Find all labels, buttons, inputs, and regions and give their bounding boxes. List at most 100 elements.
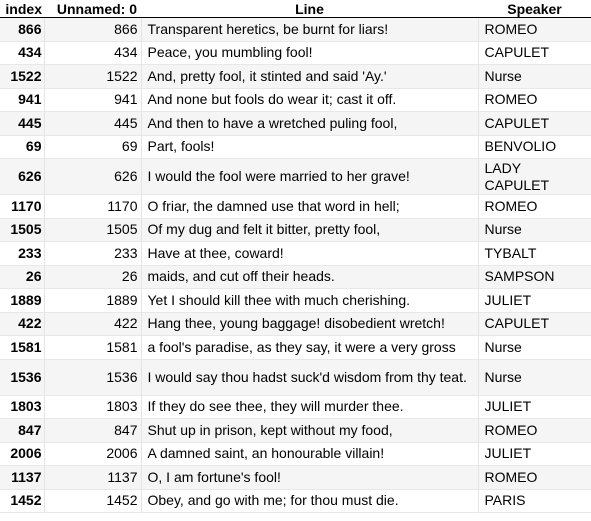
speaker-cell: ROMEO <box>477 194 591 218</box>
table-row: 445 445 And then to have a wretched puli… <box>0 111 591 135</box>
unnamed-cell: 1803 <box>43 395 141 419</box>
row-index-cell: 1452 <box>10 492 42 509</box>
row-index-cell: 2006 <box>10 445 42 462</box>
unnamed-cell: 69 <box>43 135 141 159</box>
unnamed-cell: 434 <box>43 41 141 65</box>
row-index-cell: 866 <box>18 20 42 37</box>
row-index-cell: 69 <box>25 138 42 155</box>
line-cell: Hang thee, young baggage! disobedient wr… <box>140 312 478 336</box>
unnamed-cell: 1889 <box>43 288 141 312</box>
speaker-cell: TYBALT <box>477 241 591 265</box>
speaker-cell: ROMEO <box>477 17 591 41</box>
unnamed-cell: 1581 <box>43 335 141 359</box>
line-cell: Peace, you mumbling fool! <box>140 41 478 65</box>
line-cell: a fool's paradise, as they say, it were … <box>140 335 478 359</box>
table-row: 1522 1522 And, pretty fool, it stinted a… <box>0 64 591 88</box>
line-cell: Shut up in prison, kept without my food, <box>140 418 478 442</box>
row-index-cell: 434 <box>18 44 42 61</box>
column-header-unnamed: Unnamed: 0 <box>44 0 141 18</box>
speaker-cell: CAPULET <box>477 111 591 135</box>
line-cell: O friar, the damned use that word in hel… <box>140 194 478 218</box>
row-index-cell: 26 <box>25 268 42 285</box>
unnamed-cell: 941 <box>43 88 141 112</box>
row-index-cell: 941 <box>18 91 42 108</box>
table-row: 1803 1803 If they do see thee, they will… <box>0 395 591 419</box>
unnamed-cell: 866 <box>43 17 141 41</box>
unnamed-cell: 445 <box>43 111 141 135</box>
row-index-cell: 1137 <box>11 468 42 485</box>
speaker-cell: Nurse <box>477 64 591 88</box>
table-row: 1137 1137 O, I am fortune's fool! ROMEO <box>0 465 591 489</box>
table-row: 1536 1536 I would say thou hadst suck'd … <box>0 359 591 395</box>
row-index-cell: 445 <box>18 114 42 131</box>
speaker-cell: ROMEO <box>477 418 591 442</box>
line-cell: And none but fools do wear it; cast it o… <box>140 88 478 112</box>
line-cell: Have at thee, coward! <box>140 241 478 265</box>
unnamed-cell: 1452 <box>43 489 141 513</box>
table-row: 1452 1452 Obey, and go with me; for thou… <box>0 489 591 513</box>
table-row: 422 422 Hang thee, young baggage! disobe… <box>0 312 591 336</box>
speaker-cell: BENVOLIO <box>477 135 591 159</box>
unnamed-cell: 847 <box>43 418 141 442</box>
unnamed-cell: 626 <box>43 158 141 195</box>
speaker-cell: JULIET <box>477 288 591 312</box>
row-index-cell: 1170 <box>11 197 42 214</box>
row-index-cell: 1505 <box>10 221 42 238</box>
row-index-cell: 233 <box>18 244 42 261</box>
row-index-cell: 626 <box>18 168 42 184</box>
table-header: index Unnamed: 0 Line Speaker <box>0 0 591 18</box>
line-cell: And then to have a wretched puling fool, <box>140 111 478 135</box>
table-row: 434 434 Peace, you mumbling fool! CAPULE… <box>0 41 591 65</box>
table-row: 626 626 I would the fool were married to… <box>0 158 591 195</box>
unnamed-cell: 1522 <box>43 64 141 88</box>
unnamed-cell: 2006 <box>43 442 141 466</box>
line-cell: A damned saint, an honourable villain! <box>140 442 478 466</box>
line-cell: And, pretty fool, it stinted and said 'A… <box>140 64 478 88</box>
table-row: 1170 1170 O friar, the damned use that w… <box>0 194 591 218</box>
table-row: 866 866 Transparent heretics, be burnt f… <box>0 17 591 41</box>
unnamed-cell: 233 <box>43 241 141 265</box>
table-row: 2006 2006 A damned saint, an honourable … <box>0 442 591 466</box>
speaker-cell: JULIET <box>477 442 591 466</box>
column-header-speaker: Speaker <box>478 0 591 18</box>
table-row: 26 26 maids, and cut off their heads. SA… <box>0 265 591 289</box>
column-header-index: index <box>0 0 44 18</box>
speaker-cell: PARIS <box>477 489 591 513</box>
table-row: 1889 1889 Yet I should kill thee with mu… <box>0 288 591 312</box>
speaker-cell: LADY CAPULET <box>477 158 591 195</box>
row-index-cell: 1522 <box>10 67 42 84</box>
table-row: 69 69 Part, fools! BENVOLIO <box>0 135 591 159</box>
line-cell: Part, fools! <box>140 135 478 159</box>
table-row: 233 233 Have at thee, coward! TYBALT <box>0 241 591 265</box>
column-header-line: Line <box>141 0 478 18</box>
line-cell: O, I am fortune's fool! <box>140 465 478 489</box>
speaker-cell: Nurse <box>477 359 591 395</box>
table-row: 847 847 Shut up in prison, kept without … <box>0 418 591 442</box>
table-row: 1505 1505 Of my dug and felt it bitter, … <box>0 218 591 242</box>
speaker-cell: ROMEO <box>477 465 591 489</box>
line-cell: Obey, and go with me; for thou must die. <box>140 489 478 513</box>
speaker-cell: ROMEO <box>477 88 591 112</box>
speaker-cell: CAPULET <box>477 41 591 65</box>
table-row: 941 941 And none but fools do wear it; c… <box>0 88 591 112</box>
speaker-cell: CAPULET <box>477 312 591 336</box>
speaker-cell: JULIET <box>477 395 591 419</box>
row-index-cell: 1536 <box>10 368 42 385</box>
unnamed-cell: 1170 <box>43 194 141 218</box>
row-index-cell: 422 <box>18 315 42 332</box>
line-cell: I would say thou hadst suck'd wisdom fro… <box>140 359 478 395</box>
line-cell: I would the fool were married to her gra… <box>140 158 478 195</box>
unnamed-cell: 1505 <box>43 218 141 242</box>
line-cell: Of my dug and felt it bitter, pretty foo… <box>140 218 478 242</box>
row-index-cell: 1581 <box>10 338 42 355</box>
line-cell: Yet I should kill thee with much cherish… <box>140 288 478 312</box>
line-cell: If they do see thee, they will murder th… <box>140 395 478 419</box>
unnamed-cell: 422 <box>43 312 141 336</box>
header-row: index Unnamed: 0 Line Speaker <box>0 0 591 18</box>
line-cell: maids, and cut off their heads. <box>140 265 478 289</box>
speaker-cell: SAMPSON <box>477 265 591 289</box>
row-index-cell: 847 <box>18 421 42 438</box>
unnamed-cell: 26 <box>43 265 141 289</box>
line-cell: Transparent heretics, be burnt for liars… <box>140 17 478 41</box>
dataframe-table: index Unnamed: 0 Line Speaker 866 866 Tr… <box>0 0 591 513</box>
